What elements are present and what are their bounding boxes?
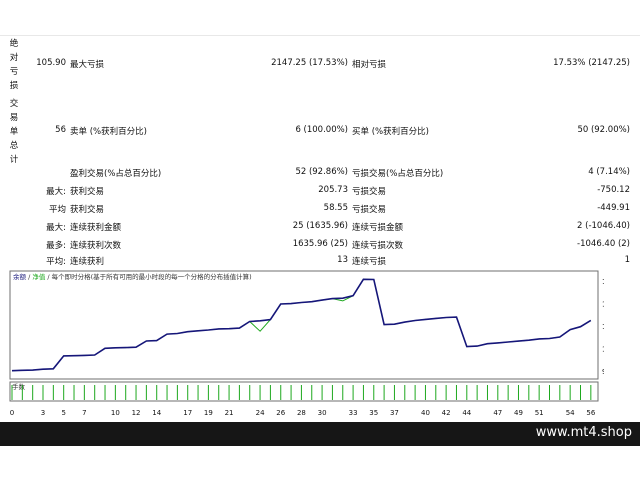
x-tick-label: 51 xyxy=(535,409,544,417)
x-tick-label: 56 xyxy=(586,409,595,417)
absolute-drawdown-side-label: 绝对亏损 xyxy=(9,39,19,91)
max-consecutive-loss-value: 2 (-1046.40) xyxy=(577,221,630,231)
volume-label: 手数 xyxy=(12,382,26,391)
legend-balance: 余额 xyxy=(13,272,27,281)
x-tick-label: 37 xyxy=(390,409,399,417)
x-tick-label: 28 xyxy=(297,409,306,417)
relative-drawdown-value: 17.53% (2147.25) xyxy=(553,58,630,68)
y-tick-label: 11516 xyxy=(602,301,604,309)
volume-chart-frame xyxy=(9,381,599,402)
largest-prefix: 最大: xyxy=(46,187,66,197)
avg-consecutive-wins-value: 13 xyxy=(337,255,348,265)
x-tick-label: 26 xyxy=(276,409,285,417)
loss-trades-value: 4 (7.14%) xyxy=(588,167,630,177)
watermark-text: www.mt4.shop xyxy=(535,425,632,440)
max-consecutive-loss-label: 连续亏损金额 xyxy=(352,223,404,233)
x-tick-label: 5 xyxy=(61,409,65,417)
max-consecutive-profit-label: 连续获利金额 xyxy=(70,223,122,233)
x-tick-label: 0 xyxy=(10,409,14,417)
legend-note: / 每个即时分格(基于所有可用的最小时段的每一个分格的分布插值计算) xyxy=(45,272,251,281)
most-prefix: 最多: xyxy=(46,241,66,251)
x-tick-label: 44 xyxy=(462,409,471,417)
x-tick-label: 7 xyxy=(82,409,86,417)
x-tick-label: 10 xyxy=(111,409,120,417)
y-tick-label: 10436 xyxy=(602,345,604,353)
separator xyxy=(0,35,640,36)
max-drawdown-value: 2147.25 (17.53%) xyxy=(271,58,348,68)
average-loss-trade-value: -449.91 xyxy=(597,203,630,213)
balance-equity-chart: 余额 / 净值 / 每个即时分格(基于所有可用的最小时段的每一个分格的分布插值计… xyxy=(9,270,604,417)
largest-profit-trade-label: 获利交易 xyxy=(70,187,105,197)
loss-trades-label: 亏损交易(%占总百分比) xyxy=(352,169,444,179)
average-loss-trade-label: 亏损交易 xyxy=(352,205,387,215)
y-tick-label: 9897 xyxy=(602,368,604,376)
chart-legend: 余额 / 净值 / 每个即时分格(基于所有可用的最小时段的每一个分格的分布插值计… xyxy=(13,272,252,281)
avg-consecutive-wins-label: 连续获利 xyxy=(70,257,105,267)
maximum-prefix: 最大: xyxy=(46,223,66,233)
average-profit-trade-label: 获利交易 xyxy=(70,205,105,215)
relative-drawdown-label: 相对亏损 xyxy=(352,60,387,70)
max-consecutive-profit-value: 25 (1635.96) xyxy=(292,221,348,231)
average-prefix-2: 平均: xyxy=(46,257,66,267)
x-tick-label: 30 xyxy=(318,409,327,417)
profit-trades-label: 盈利交易(%占总百分比) xyxy=(70,169,162,179)
x-tick-label: 35 xyxy=(369,409,378,417)
footer-bar: www.mt4.shop xyxy=(0,422,640,446)
x-tick-label: 3 xyxy=(41,409,45,417)
x-tick-label: 14 xyxy=(152,409,161,417)
short-positions-value: 6 (100.00%) xyxy=(295,125,348,135)
x-tick-label: 40 xyxy=(421,409,430,417)
x-tick-label: 19 xyxy=(204,409,213,417)
total-trades-value: 56 xyxy=(55,125,66,135)
main-chart-frame xyxy=(9,270,599,380)
long-positions-value: 50 (92.00%) xyxy=(577,125,630,135)
total-trades-side-label: 交易单总计 xyxy=(9,99,19,165)
x-tick-label: 54 xyxy=(566,409,575,417)
long-positions-label: 买单 (%获利百分比) xyxy=(352,127,429,137)
max-consecutive-losses-label: 连续亏损次数 xyxy=(352,241,404,251)
max-drawdown-label: 最大亏损 xyxy=(70,60,105,70)
y-tick-label: 12056 xyxy=(602,278,604,286)
y-tick-label: 10976 xyxy=(602,323,604,331)
max-consecutive-losses-value: -1046.40 (2) xyxy=(577,239,630,249)
max-consecutive-wins-label: 连续获利次数 xyxy=(70,241,122,251)
short-positions-label: 卖单 (%获利百分比) xyxy=(70,127,147,137)
x-tick-label: 33 xyxy=(349,409,358,417)
avg-consecutive-losses-value: 1 xyxy=(624,255,630,265)
x-tick-label: 49 xyxy=(514,409,523,417)
largest-loss-trade-label: 亏损交易 xyxy=(352,187,387,197)
absolute-drawdown-value: 105.90 xyxy=(36,58,66,68)
x-tick-label: 47 xyxy=(493,409,502,417)
average-prefix: 平均 xyxy=(48,205,66,215)
largest-profit-trade-value: 205.73 xyxy=(318,185,348,195)
x-tick-label: 17 xyxy=(183,409,192,417)
x-tick-label: 24 xyxy=(256,409,265,417)
x-tick-label: 42 xyxy=(442,409,451,417)
legend-equity: 净值 xyxy=(32,272,46,281)
average-profit-trade-value: 58.55 xyxy=(323,203,348,213)
avg-consecutive-losses-label: 连续亏损 xyxy=(352,257,387,267)
largest-loss-trade-value: -750.12 xyxy=(597,185,630,195)
x-tick-label: 21 xyxy=(225,409,234,417)
max-consecutive-wins-value: 1635.96 (25) xyxy=(292,239,348,249)
profit-trades-value: 52 (92.86%) xyxy=(295,167,348,177)
x-tick-label: 12 xyxy=(132,409,141,417)
